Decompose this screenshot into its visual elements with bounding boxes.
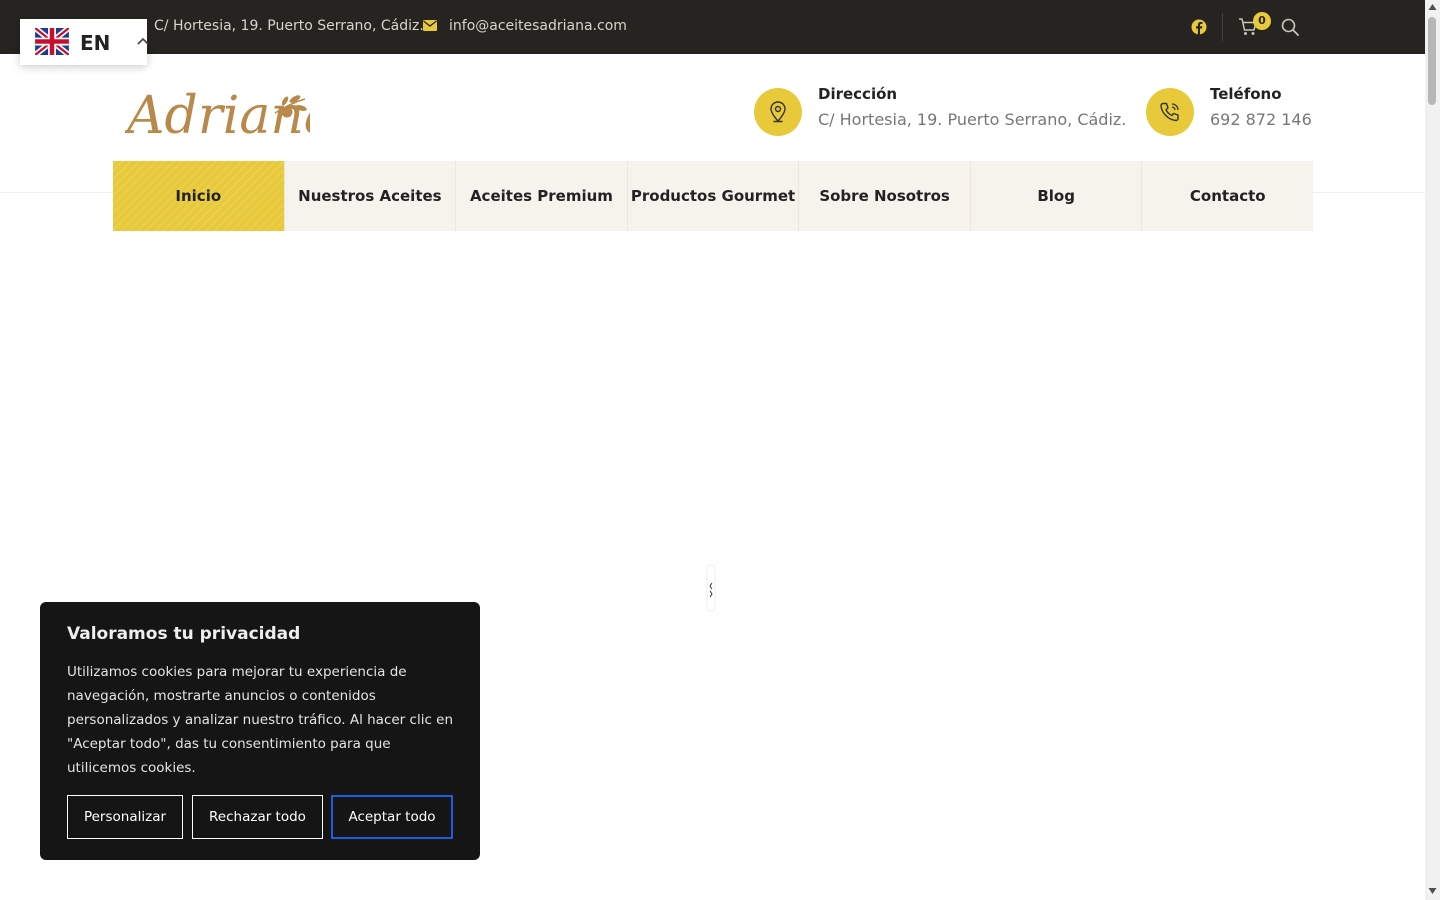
reject-all-button[interactable]: Rechazar todo: [192, 795, 323, 839]
topbar-address: C/ Hortesia, 19. Puerto Serrano, Cádiz.: [154, 18, 424, 34]
slider-handle[interactable]: [706, 561, 716, 615]
nav-item-productos-gourmet[interactable]: Productos Gourmet: [626, 161, 799, 231]
search-icon[interactable]: [1281, 18, 1299, 36]
nav-item-nuestros-aceites[interactable]: Nuestros Aceites: [283, 161, 456, 231]
location-icon-circle: [754, 88, 802, 136]
phone-icon-circle: [1146, 88, 1194, 136]
top-bar: C/ Hortesia, 19. Puerto Serrano, Cádiz. …: [0, 0, 1425, 54]
cookie-text: Utilizamos cookies para mejorar tu exper…: [67, 664, 454, 776]
topbar-email-link[interactable]: info@aceitesadriana.com: [449, 18, 627, 34]
mail-icon: [423, 20, 437, 31]
nav-item-sobre-nosotros[interactable]: Sobre Nosotros: [798, 161, 970, 231]
uk-flag-icon: [35, 28, 69, 55]
topbar-divider: [1222, 13, 1223, 41]
cookie-title: Valoramos tu privacidad: [67, 624, 301, 644]
address-value: C/ Hortesia, 19. Puerto Serrano, Cádiz.: [818, 110, 1127, 129]
phone-value[interactable]: 692 872 146: [1210, 110, 1312, 129]
scroll-down-arrow-icon[interactable]: [1428, 887, 1437, 895]
facebook-icon[interactable]: [1191, 19, 1207, 35]
site-logo[interactable]: Adriana: [125, 79, 310, 141]
nav-item-contacto[interactable]: Contacto: [1141, 161, 1313, 231]
language-code: EN: [80, 31, 111, 55]
address-title: Dirección: [818, 85, 898, 103]
phone-title: Teléfono: [1210, 85, 1282, 103]
nav-item-aceites-premium[interactable]: Aceites Premium: [455, 161, 627, 231]
chevron-up-icon: [137, 37, 149, 45]
page-scrollbar[interactable]: [1425, 0, 1440, 900]
nav-item-inicio[interactable]: Inicio: [113, 161, 284, 231]
scrollbar-thumb[interactable]: [1428, 17, 1436, 105]
cart-count-badge: 0: [1253, 12, 1271, 30]
cookie-consent-dialog: Valoramos tu privacidad Utilizamos cooki…: [40, 602, 480, 860]
accept-all-button[interactable]: Aceptar todo: [331, 795, 453, 839]
location-pin-icon: [770, 101, 786, 123]
phone-icon: [1160, 102, 1179, 122]
customize-button[interactable]: Personalizar: [67, 795, 183, 839]
language-switcher[interactable]: EN: [20, 19, 149, 65]
nav-item-blog[interactable]: Blog: [969, 161, 1142, 231]
scroll-up-arrow-icon[interactable]: [1428, 3, 1437, 11]
main-nav: Inicio Nuestros Aceites Aceites Premium …: [113, 161, 1313, 231]
